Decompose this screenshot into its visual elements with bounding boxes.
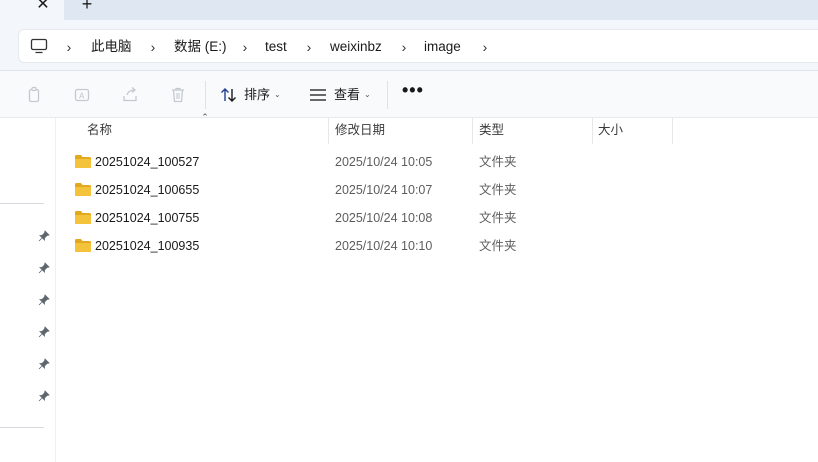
copy-icon[interactable]: [24, 85, 44, 105]
computer-icon[interactable]: [30, 37, 48, 55]
view-icon: [310, 89, 326, 101]
file-name: 20251024_100527: [95, 155, 200, 169]
breadcrumb-chevron-icon[interactable]: ›: [64, 39, 74, 55]
pin-icon[interactable]: [38, 326, 50, 338]
command-bar: A 排序 ⌄ 查看 ⌄ •••: [0, 70, 818, 118]
chevron-down-icon: ⌄: [274, 90, 281, 99]
share-icon[interactable]: [120, 85, 140, 105]
column-divider[interactable]: [472, 118, 473, 144]
new-tab-button[interactable]: +: [78, 0, 96, 13]
breadcrumb-weixinbz[interactable]: weixinbz: [330, 38, 382, 56]
svg-text:A: A: [79, 92, 85, 101]
pin-icon[interactable]: [38, 390, 50, 402]
address-bar-area: › 此电脑 › 数据 (E:) › test › weixinbz › imag…: [0, 20, 818, 70]
active-tab[interactable]: ✕: [0, 0, 64, 20]
more-options-icon[interactable]: •••: [402, 81, 423, 103]
column-divider[interactable]: [592, 118, 593, 144]
breadcrumb-test[interactable]: test: [265, 38, 287, 56]
column-header-name[interactable]: 名称: [87, 118, 112, 144]
pin-icon[interactable]: [38, 294, 50, 306]
file-row[interactable]: 20251024_100935 2025/10/24 10:10 文件夹: [70, 232, 818, 260]
column-divider[interactable]: [328, 118, 329, 144]
tab-strip: ✕ +: [0, 0, 818, 20]
file-row[interactable]: 20251024_100755 2025/10/24 10:08 文件夹: [70, 204, 818, 232]
chevron-down-icon: ⌄: [364, 90, 371, 99]
sort-icon: [221, 88, 236, 102]
column-header-type[interactable]: 类型: [479, 118, 504, 144]
pin-icon[interactable]: [38, 230, 50, 242]
file-type: 文件夹: [479, 239, 517, 253]
toolbar-divider: [205, 81, 206, 109]
folder-icon: [75, 239, 91, 252]
folder-icon: [75, 155, 91, 168]
file-type: 文件夹: [479, 183, 517, 197]
file-modified: 2025/10/24 10:05: [335, 155, 433, 169]
breadcrumb-this-pc[interactable]: 此电脑: [91, 38, 132, 56]
breadcrumb-chevron-icon[interactable]: ›: [240, 39, 250, 55]
pin-icon[interactable]: [38, 358, 50, 370]
breadcrumb-image[interactable]: image: [424, 38, 461, 56]
file-row[interactable]: 20251024_100655 2025/10/24 10:07 文件夹: [70, 176, 818, 204]
sort-label: 排序: [244, 87, 271, 102]
breadcrumb-chevron-icon[interactable]: ›: [399, 39, 409, 55]
address-bar[interactable]: › 此电脑 › 数据 (E:) › test › weixinbz › imag…: [18, 29, 818, 63]
toolbar-divider: [387, 81, 388, 109]
rename-icon[interactable]: A: [72, 85, 92, 105]
file-modified: 2025/10/24 10:10: [335, 239, 433, 253]
file-name: 20251024_100755: [95, 211, 200, 225]
pin-icon[interactable]: [38, 262, 50, 274]
breadcrumb-chevron-icon[interactable]: ›: [480, 39, 490, 55]
file-name: 20251024_100655: [95, 183, 200, 197]
file-modified: 2025/10/24 10:08: [335, 211, 433, 225]
file-modified: 2025/10/24 10:07: [335, 183, 433, 197]
file-row[interactable]: 20251024_100527 2025/10/24 10:05 文件夹: [70, 148, 818, 176]
file-type: 文件夹: [479, 211, 517, 225]
breadcrumb-chevron-icon[interactable]: ›: [304, 39, 314, 55]
close-tab-icon[interactable]: ✕: [34, 0, 52, 14]
nav-divider: [0, 203, 44, 204]
column-header-modified[interactable]: 修改日期: [335, 118, 385, 144]
file-name: 20251024_100935: [95, 239, 200, 253]
nav-divider: [0, 427, 44, 428]
breadcrumb-drive-e[interactable]: 数据 (E:): [174, 38, 227, 56]
sort-ascending-icon: ⌃: [201, 112, 209, 122]
view-label: 查看: [334, 87, 361, 102]
delete-icon[interactable]: [168, 85, 188, 105]
breadcrumb-chevron-icon[interactable]: ›: [148, 39, 158, 55]
navigation-pane: [0, 118, 56, 462]
column-divider[interactable]: [672, 118, 673, 144]
column-header-size[interactable]: 大小: [598, 118, 623, 144]
folder-icon: [75, 211, 91, 224]
folder-icon: [75, 183, 91, 196]
file-type: 文件夹: [479, 155, 517, 169]
